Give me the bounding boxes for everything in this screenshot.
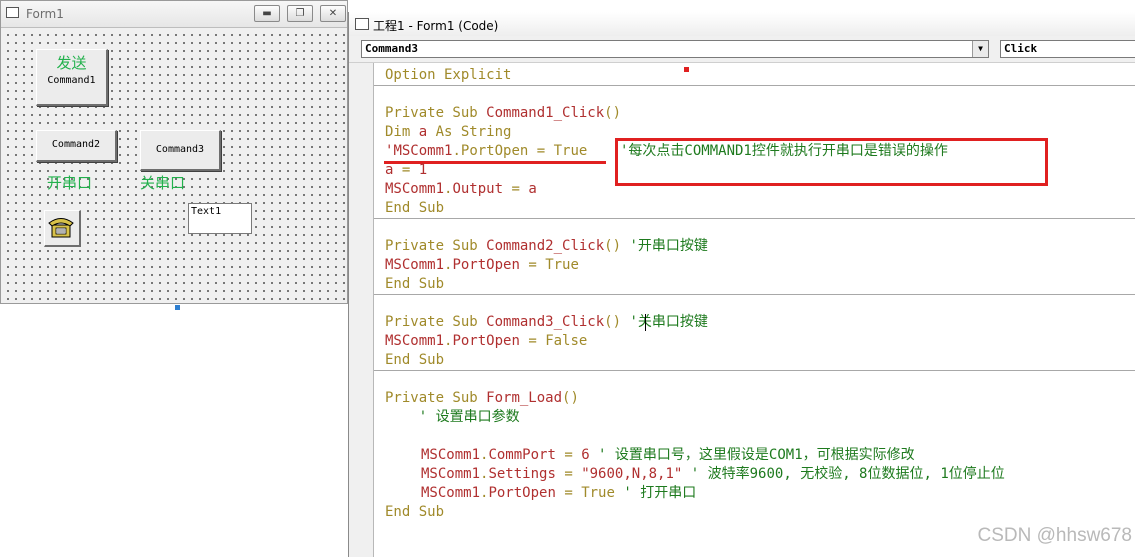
code-line-5: a = 1 xyxy=(385,162,428,178)
code-line-4: 'MSComm1.PortOpen = True xyxy=(385,143,588,159)
text-cursor xyxy=(645,314,646,331)
command1-button[interactable]: 发送 Command1 xyxy=(36,49,108,106)
code-line-10: End Sub xyxy=(385,276,445,292)
text1-textbox[interactable]: Text1 xyxy=(188,203,252,234)
code-line-19: End Sub xyxy=(385,504,445,520)
red-marker xyxy=(684,67,689,72)
form-design-surface[interactable]: 发送 Command1 Command2 Command3 开串口 关串口 Te… xyxy=(1,28,347,303)
code-line-12: MSComm1.PortOpen = False xyxy=(385,333,588,349)
code-window-icon xyxy=(355,18,369,30)
procedure-separator xyxy=(374,294,1135,295)
resize-handle[interactable] xyxy=(175,305,180,310)
code-line-7: End Sub xyxy=(385,200,445,216)
open-port-label: 开串口 xyxy=(47,174,93,192)
form-title: Form1 xyxy=(26,7,64,21)
command2-button[interactable]: Command2 xyxy=(36,130,117,162)
procedure-separator xyxy=(374,218,1135,219)
code-line-9: MSComm1.PortOpen = True xyxy=(385,257,579,273)
form-window-icon xyxy=(6,7,19,18)
code-margin[interactable] xyxy=(349,63,374,557)
annotation-box xyxy=(615,138,1048,186)
code-line-2: Private Sub Command1_Click() xyxy=(385,105,622,121)
minimize-button[interactable]: ▬ xyxy=(254,5,280,22)
form-designer-window: Form1 ▬ ❐ ✕ 发送 Command1 Command2 Command… xyxy=(0,0,348,304)
code-line-16: MSComm1.CommPort = 6 ' 设置串口号，这里假设是COM1，可… xyxy=(421,447,915,463)
code-line-13: End Sub xyxy=(385,352,445,368)
restore-button[interactable]: ❐ xyxy=(287,5,313,22)
watermark: CSDN @hhsw678 xyxy=(977,525,1132,546)
code-line-3: Dim a As String xyxy=(385,124,512,140)
code-window: 工程1 - Form1 (Code) Command3 ▼ Click Opti… xyxy=(348,12,1135,557)
code-title: 工程1 - Form1 (Code) xyxy=(373,19,499,33)
mscomm-control[interactable] xyxy=(44,210,81,247)
close-button[interactable]: ✕ xyxy=(320,5,346,22)
procedure-combo[interactable]: Click xyxy=(1000,40,1135,58)
procedure-separator xyxy=(374,85,1135,86)
code-title-bar[interactable]: 工程1 - Form1 (Code) xyxy=(349,12,1135,37)
command1-label: Command1 xyxy=(47,75,96,86)
code-line-17: MSComm1.Settings = "9600,N,8,1" ' 波特率960… xyxy=(421,466,1005,482)
code-line-1: Option Explicit xyxy=(385,67,512,83)
code-combo-row: Command3 ▼ Click xyxy=(349,36,1135,63)
code-line-18: MSComm1.PortOpen = True ' 打开串口 xyxy=(421,485,697,501)
object-combo-value: Command3 xyxy=(365,42,418,55)
code-line-14: Private Sub Form_Load() xyxy=(385,390,579,406)
telephone-icon xyxy=(48,218,74,238)
form-title-bar[interactable]: Form1 ▬ ❐ ✕ xyxy=(1,1,347,28)
send-caption: 发送 xyxy=(56,54,87,72)
procedure-combo-value: Click xyxy=(1004,42,1038,55)
code-line-8: Private Sub Command2_Click() '开串口按键 xyxy=(385,238,708,254)
code-line-15: ' 设置串口参数 xyxy=(385,409,520,425)
code-editor[interactable]: Option Explicit Private Sub Command1_Cli… xyxy=(374,63,1135,557)
procedure-separator xyxy=(374,370,1135,371)
code-line-6: MSComm1.Output = a xyxy=(385,181,537,197)
code-line-11: Private Sub Command3_Click() '关串口按键 xyxy=(385,314,708,330)
object-combo[interactable]: Command3 ▼ xyxy=(361,40,989,58)
chevron-down-icon[interactable]: ▼ xyxy=(972,41,988,57)
close-port-label: 关串口 xyxy=(140,174,186,192)
command3-button[interactable]: Command3 xyxy=(140,130,221,171)
